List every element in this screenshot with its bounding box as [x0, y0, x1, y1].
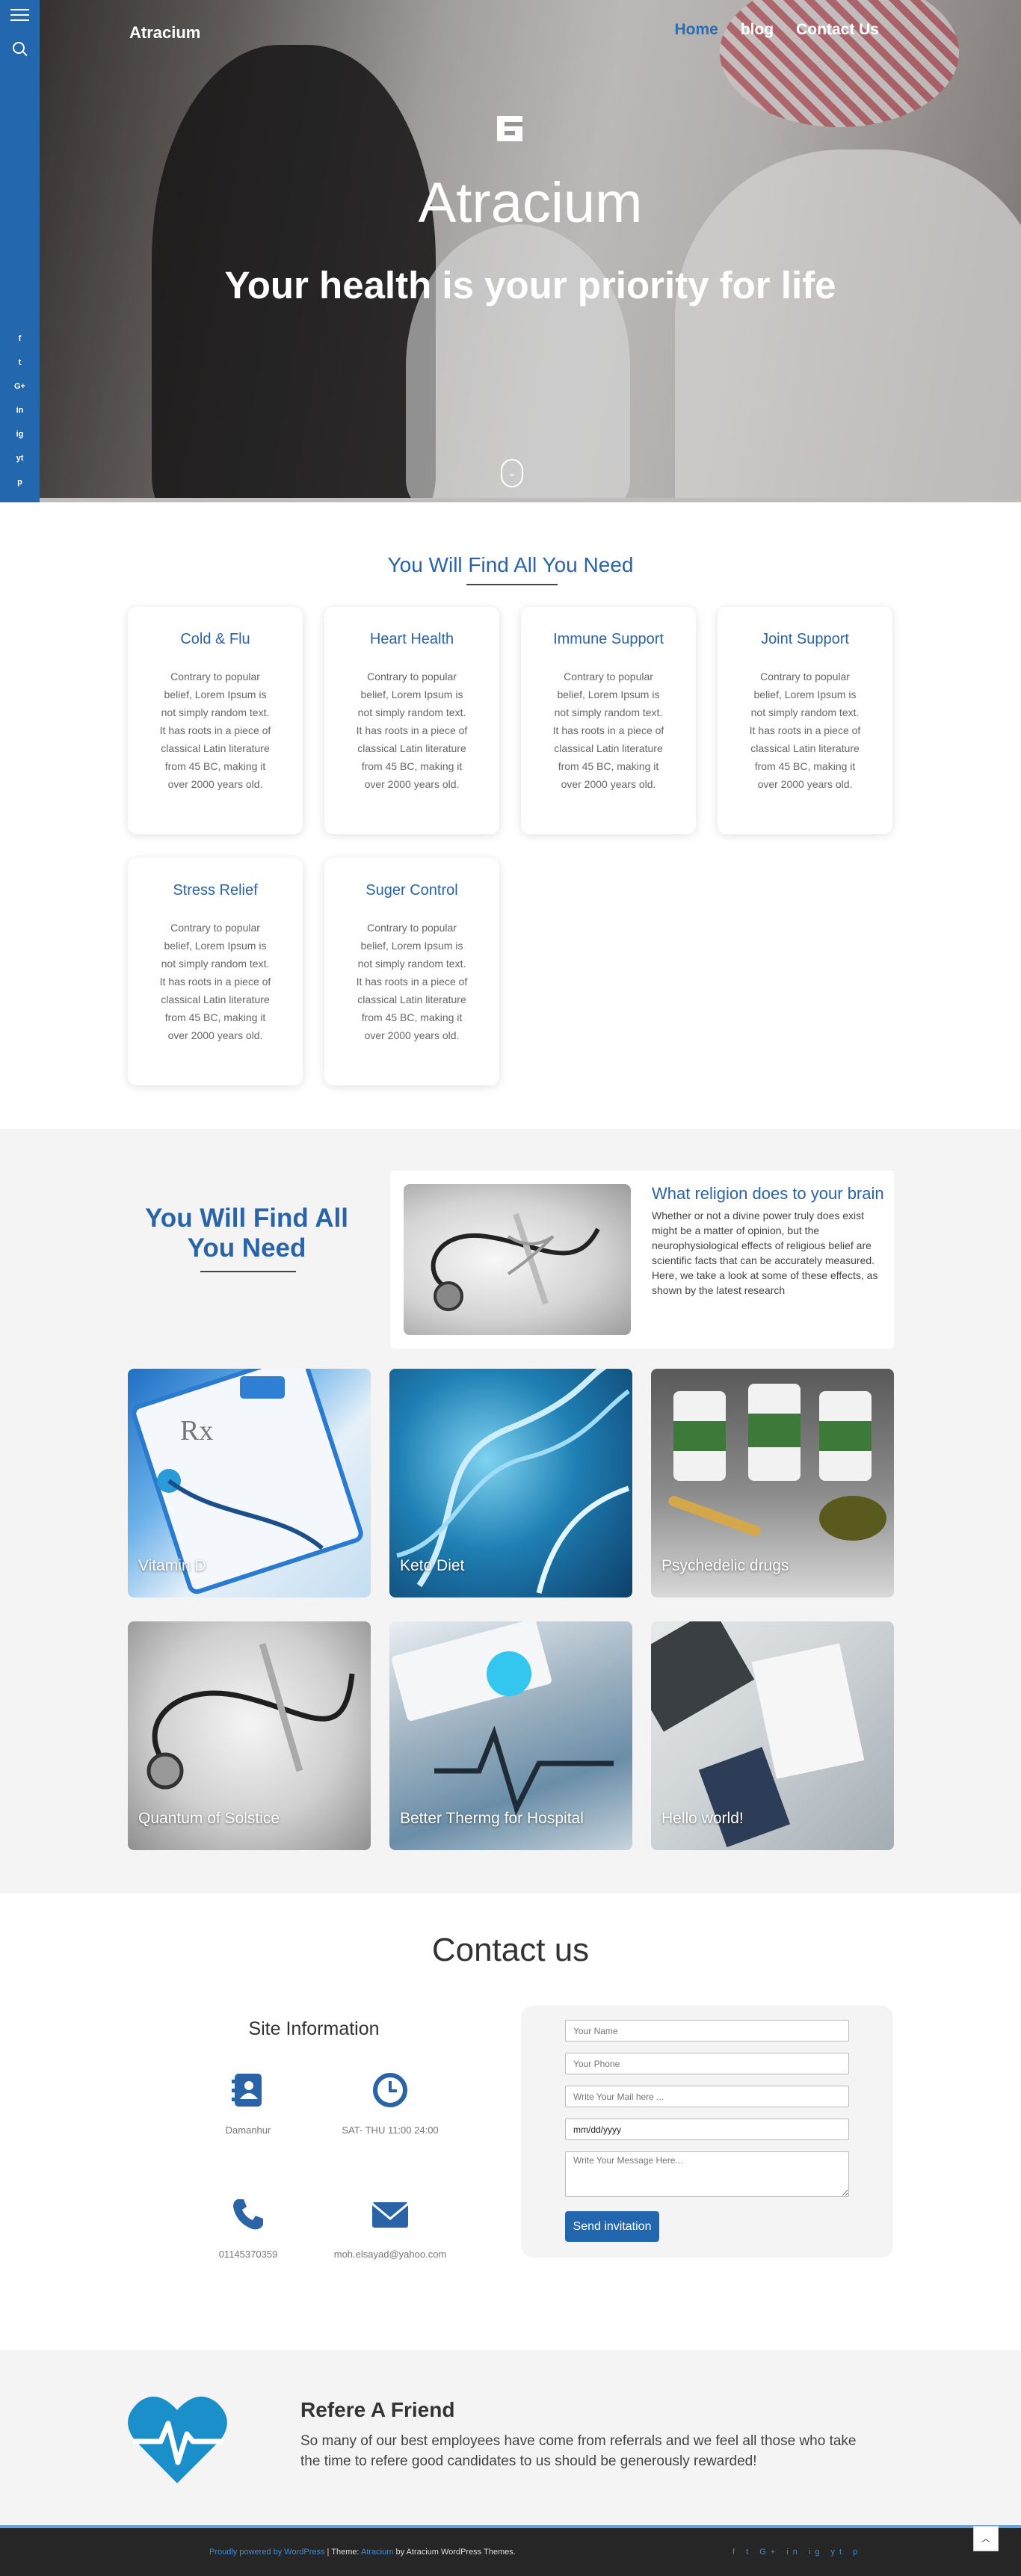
- twitter-icon[interactable]: t: [0, 351, 40, 375]
- service-card-title: Cold & Flu: [180, 631, 250, 647]
- featured-post-excerpt: Whether or not a divine power truly does…: [652, 1210, 878, 1296]
- service-card-text: Contrary to popular belief, Lorem Ipsum …: [159, 922, 271, 1041]
- featured-post[interactable]: What religion does to your brain Whether…: [390, 1171, 894, 1349]
- contact-info-text: moh.elsayad@yahoo.com: [333, 2249, 447, 2260]
- service-card-text: Contrary to popular belief, Lorem Ipsum …: [356, 671, 468, 790]
- contact-info-hours: SAT- THU 11:00 24:00: [323, 2072, 457, 2136]
- services-title-underline: [466, 584, 558, 585]
- post-tile-label[interactable]: Vitamin D: [138, 1557, 206, 1575]
- contact-info-phone: 01145370359: [181, 2196, 315, 2260]
- post-tile[interactable]: Keto Diet: [389, 1369, 632, 1597]
- service-card-text: Contrary to popular belief, Lorem Ipsum …: [552, 671, 664, 790]
- search-icon[interactable]: [13, 42, 25, 54]
- phone-icon: [230, 2196, 266, 2232]
- service-card[interactable]: Heart Health Contrary to popular belief,…: [324, 607, 499, 834]
- service-card-text: Contrary to popular belief, Lorem Ipsum …: [749, 671, 861, 790]
- hamburger-menu-icon[interactable]: [10, 9, 29, 25]
- refer-text: So many of our best employees have come …: [300, 2433, 857, 2469]
- post-tile[interactable]: Hello world!: [651, 1621, 894, 1850]
- site-footer: Proudly powered by WordPress | Theme: At…: [0, 2528, 1021, 2576]
- contact-info-text: SAT- THU 11:00 24:00: [342, 2124, 439, 2136]
- service-card-text: Contrary to popular belief, Lorem Ipsum …: [356, 922, 468, 1041]
- main-nav: Home blog Contact Us: [674, 21, 879, 39]
- heart-pulse-icon: [128, 2397, 227, 2483]
- back-to-top-icon[interactable]: ︿: [973, 2526, 999, 2551]
- service-card-title: Immune Support: [553, 631, 664, 647]
- service-card[interactable]: Cold & Flu Contrary to popular belief, L…: [128, 607, 303, 834]
- email-input[interactable]: [565, 2086, 849, 2107]
- wordpress-link[interactable]: Proudly powered by WordPress: [209, 2548, 324, 2557]
- service-card-title: Stress Relief: [173, 882, 258, 899]
- service-card[interactable]: Stress Relief Contrary to popular belief…: [128, 858, 303, 1085]
- post-tile-label[interactable]: Quantum of Solstice: [138, 1810, 280, 1828]
- footer-by-text: by Atracium WordPress Themes.: [393, 2548, 516, 2557]
- contact-title: Contact us: [431, 1932, 590, 1968]
- footer-theme-label: | Theme:: [324, 2548, 361, 2557]
- refer-title: Refere A Friend: [300, 2398, 455, 2421]
- google-plus-icon[interactable]: G+: [0, 375, 40, 398]
- post-tile[interactable]: Better Thermg for Hospital: [389, 1621, 632, 1850]
- hero-banner: Atracium Home blog Contact Us Atracium Y…: [40, 0, 1021, 502]
- theme-link[interactable]: Atracium: [361, 2548, 393, 2557]
- facebook-icon[interactable]: f: [0, 327, 40, 351]
- nav-blog[interactable]: blog: [741, 21, 774, 39]
- featured-title-underline: [200, 1271, 296, 1272]
- address-book-icon: [230, 2072, 266, 2108]
- hero-bottom-border: [40, 498, 1021, 502]
- featured-post-title[interactable]: What religion does to your brain: [652, 1184, 884, 1204]
- sidebar-social-links: f t G+ in ig yt p: [0, 327, 40, 494]
- clock-icon: [372, 2072, 408, 2108]
- post-tile-label[interactable]: Psychedelic drugs: [661, 1557, 789, 1575]
- footer-social-icons[interactable]: f t G+ in ig yt p: [732, 2548, 862, 2557]
- post-tile[interactable]: Quantum of Solstice: [128, 1621, 371, 1850]
- service-card-title: Suger Control: [365, 882, 458, 899]
- site-logo-icon: [497, 116, 522, 141]
- linkedin-icon[interactable]: in: [0, 398, 40, 422]
- service-card[interactable]: Immune Support Contrary to popular belie…: [521, 607, 696, 834]
- post-tile[interactable]: Psychedelic drugs: [651, 1369, 894, 1597]
- name-input[interactable]: [565, 2020, 849, 2042]
- scroll-down-icon[interactable]: ⌄: [501, 459, 523, 487]
- post-tile[interactable]: Rx Vitamin D: [128, 1369, 371, 1597]
- service-card[interactable]: Joint Support Contrary to popular belief…: [718, 607, 892, 834]
- contact-form: Send invitation: [521, 2006, 893, 2258]
- message-textarea[interactable]: [565, 2151, 849, 2197]
- contact-info-text: Damanhur: [225, 2124, 271, 2136]
- featured-post-image[interactable]: [404, 1184, 631, 1335]
- hero-subtitle: Your health is your priority for life: [224, 264, 836, 306]
- post-tile-label[interactable]: Hello world!: [661, 1810, 744, 1828]
- post-tile-label[interactable]: Better Thermg for Hospital: [400, 1810, 584, 1828]
- left-sidebar: f t G+ in ig yt p: [0, 0, 40, 502]
- site-brand[interactable]: Atracium: [129, 23, 200, 43]
- service-card[interactable]: Suger Control Contrary to popular belief…: [324, 858, 499, 1085]
- youtube-icon[interactable]: yt: [0, 446, 40, 470]
- date-input[interactable]: [565, 2119, 849, 2140]
- contact-info-email: moh.elsayad@yahoo.com: [323, 2196, 457, 2260]
- instagram-icon[interactable]: ig: [0, 422, 40, 446]
- site-information-title: Site Information: [248, 2018, 380, 2039]
- nav-contact-us[interactable]: Contact Us: [796, 21, 879, 39]
- featured-title: You Will Find All You Need: [145, 1204, 348, 1263]
- stethoscope-image: [431, 1212, 600, 1311]
- footer-credit: Proudly powered by WordPress | Theme: At…: [209, 2548, 516, 2557]
- hero-title: Atracium: [418, 171, 643, 235]
- service-card-text: Contrary to popular belief, Lorem Ipsum …: [159, 671, 271, 790]
- service-card-title: Heart Health: [369, 631, 454, 647]
- post-tile-label[interactable]: Keto Diet: [400, 1557, 464, 1575]
- phone-input[interactable]: [565, 2053, 849, 2074]
- svg-text:Rx: Rx: [180, 1415, 213, 1446]
- service-card-title: Joint Support: [761, 631, 849, 647]
- send-invitation-button[interactable]: Send invitation: [565, 2211, 659, 2242]
- nav-home[interactable]: Home: [674, 21, 718, 39]
- envelope-icon: [371, 2196, 409, 2232]
- hero-overlay: [40, 0, 1021, 502]
- contact-info-address: Damanhur: [181, 2072, 315, 2136]
- contact-info-text: 01145370359: [218, 2249, 278, 2260]
- services-title: You Will Find All You Need: [387, 553, 634, 576]
- refer-a-friend-section: Refere A Friend So many of our best empl…: [0, 2350, 1021, 2525]
- pinterest-icon[interactable]: p: [0, 470, 40, 494]
